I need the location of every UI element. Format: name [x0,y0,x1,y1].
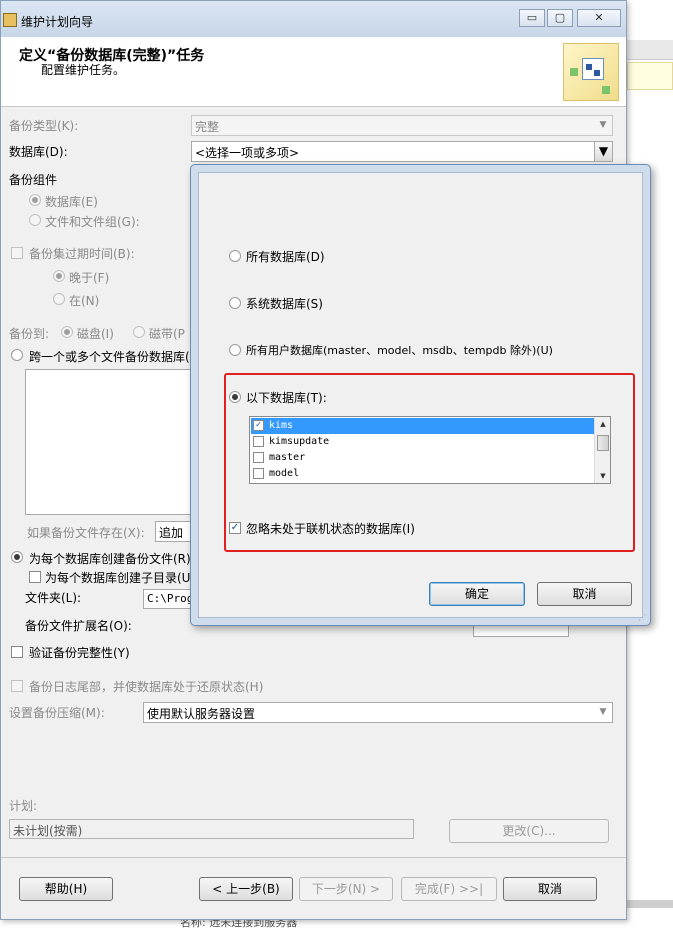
database-name: master [269,452,306,463]
all-databases-radio[interactable] [229,250,241,262]
change-schedule-button[interactable]: 更改(C)... [449,819,609,843]
database-checkbox[interactable]: ✓ [253,420,264,431]
wizard-app-icon [3,13,17,27]
span-files-radio[interactable] [11,349,23,361]
subdirectory-label: 为每个数据库创建子目录(U [45,571,191,585]
database-name: model [269,468,300,479]
per-db-file-radio[interactable] [11,551,23,563]
if-exists-combo[interactable]: 追加 [155,521,195,542]
system-databases-label: 系统数据库(S) [246,297,323,311]
database-checkbox[interactable] [253,452,264,463]
footer-divider [1,857,626,858]
tape-radio[interactable] [133,326,145,338]
database-name: kimsupdate [269,436,330,447]
wizard-header: 定义“备份数据库(完整)”任务 配置维护任务。 [1,37,626,107]
compression-value: 使用默认服务器设置 [147,707,256,721]
database-list-item[interactable]: kimsupdate [251,434,594,450]
database-checkbox[interactable] [253,436,264,447]
all-databases-label: 所有数据库(D) [246,250,325,264]
page-subtitle: 配置维护任务。 [41,63,126,77]
finish-button[interactable]: 完成(F) >>| [401,877,497,901]
tape-label: 磁带(P [149,327,185,341]
these-databases-label: 以下数据库(T): [246,391,327,405]
chevron-down-icon: ▼ [599,707,607,717]
popup-cancel-button[interactable]: 取消 [537,582,632,606]
maximize-button[interactable]: ▢ [547,9,573,27]
compression-label: 设置备份压缩(M): [9,706,105,720]
database-value: <选择一项或多项> [195,146,300,160]
close-button[interactable]: ✕ [577,9,621,27]
span-files-label: 跨一个或多个文件备份数据库( [29,350,190,364]
scroll-up-icon[interactable]: ▲ [595,417,610,431]
database-list[interactable]: ✓ kims kimsupdate master model ▲ ▼ [249,416,611,484]
database-list-scrollbar[interactable]: ▲ ▼ [594,417,610,483]
backup-type-value: 完整 [195,120,220,134]
verify-checkbox[interactable] [11,646,23,658]
schedule-label: 计划: [9,799,38,813]
chevron-down-icon: ▼ [599,120,607,130]
scroll-down-icon[interactable]: ▼ [595,469,610,483]
if-exists-value: 追加 [159,526,184,540]
popup-ok-button[interactable]: 确定 [429,582,525,606]
backup-component-label: 备份组件 [9,173,58,187]
scroll-thumb[interactable] [597,435,609,451]
database-combo[interactable]: <选择一项或多项> ▼ [191,141,613,162]
ignore-offline-checkbox[interactable]: ✓ [229,522,241,534]
folder-field[interactable]: C:\Progr [143,589,195,609]
these-databases-radio[interactable] [229,391,241,403]
wizard-banner-icon [563,43,619,101]
background-scrollbar [622,900,673,908]
on-radio[interactable] [53,293,65,305]
database-checkbox[interactable] [253,468,264,479]
ignore-offline-label: 忽略未处于联机状态的数据库(I) [246,522,415,536]
background-info-bar [627,62,673,90]
backup-type-combo[interactable]: 完整 ▼ [191,115,613,136]
database-component-radio[interactable] [29,194,41,206]
resize-grip-icon[interactable]: ⋰ [638,613,646,622]
chevron-down-icon[interactable]: ▼ [594,142,612,161]
if-exists-label: 如果备份文件存在(X): [27,526,145,540]
compression-combo[interactable]: 使用默认服务器设置 ▼ [143,702,613,723]
expire-checkbox[interactable] [11,247,23,259]
window-title: 维护计划向导 [21,15,94,29]
background-toolbar [627,40,673,60]
tail-log-checkbox[interactable] [11,680,23,692]
extension-label: 备份文件扩展名(O): [25,619,132,633]
per-db-file-label: 为每个数据库创建备份文件(R) [29,552,191,566]
subdirectory-checkbox[interactable] [29,571,41,583]
schedule-field: 未计划(按需) [9,819,414,839]
folder-label: 文件夹(L): [25,591,82,605]
on-label: 在(N) [69,294,100,308]
user-databases-label: 所有用户数据库(master、model、msdb、tempdb 除外)(U) [246,344,553,357]
help-button[interactable]: 帮助(H) [19,877,113,901]
user-databases-radio[interactable] [229,344,241,356]
minimize-button[interactable]: ▭ [519,9,545,27]
back-button[interactable]: < 上一步(B) [199,877,293,901]
title-bar: 维护计划向导 ▭ ▢ ✕ [1,1,626,37]
backup-type-label: 备份类型(K): [9,119,79,133]
next-button[interactable]: 下一步(N) > [299,877,393,901]
database-list-item[interactable]: model [251,466,594,482]
database-component-label: 数据库(E) [45,195,98,209]
files-component-label: 文件和文件组(G): [45,215,140,229]
disk-radio[interactable] [61,326,73,338]
tail-log-label: 备份日志尾部，并使数据库处于还原状态(H) [29,680,264,694]
database-name: kims [269,420,294,431]
backup-files-list[interactable] [25,369,193,515]
disk-label: 磁盘(I) [77,327,114,341]
database-label: 数据库(D): [9,145,68,159]
system-databases-radio[interactable] [229,297,241,309]
expire-label: 备份集过期时间(B): [29,247,135,261]
backup-to-label: 备份到: [9,327,50,341]
database-list-item[interactable]: ✓ kims [251,418,594,434]
files-component-radio[interactable] [29,214,41,226]
database-list-item[interactable]: master [251,450,594,466]
after-label: 晚于(F) [69,271,110,285]
verify-label: 验证备份完整性(Y) [29,646,130,660]
cancel-button[interactable]: 取消 [503,877,597,901]
after-radio[interactable] [53,270,65,282]
